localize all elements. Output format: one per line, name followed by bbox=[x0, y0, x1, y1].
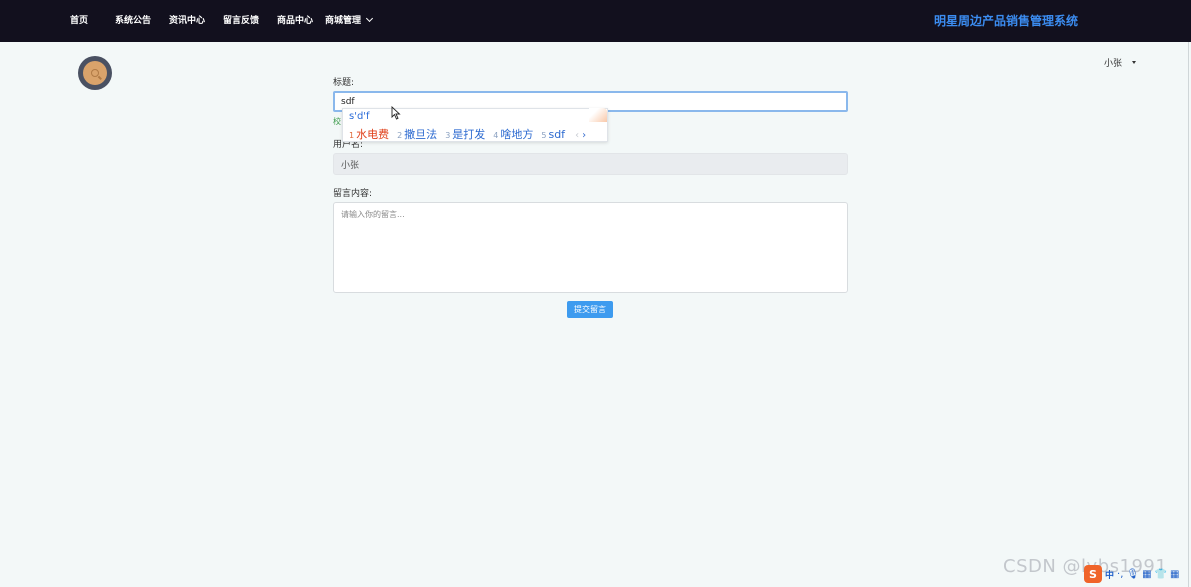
ime-candidate-3[interactable]: 3 是打发 bbox=[445, 126, 485, 142]
nav-item-news[interactable]: 资讯中心 bbox=[169, 13, 205, 26]
title-label: 标题: bbox=[333, 78, 355, 88]
search-icon bbox=[91, 69, 99, 77]
title-hint: 校 bbox=[333, 117, 341, 126]
ime-candidate-text: sdf bbox=[548, 128, 566, 141]
user-name: 小张 bbox=[1104, 59, 1123, 69]
ime-tray: S 中 ·, 🎙 ▦ 👕 ▦ bbox=[1084, 564, 1179, 584]
ime-candidate-number: 2 bbox=[397, 131, 403, 140]
ime-candidate-5[interactable]: 5 sdf bbox=[541, 128, 565, 141]
ime-candidate-text: 撒旦法 bbox=[404, 128, 438, 141]
ime-candidate-popup: s'd'f 1 水电费 2 撒旦法 3 是打发 4 啥地方 5 sdf ‹ › bbox=[342, 108, 608, 142]
keyboard-icon[interactable]: ▦ bbox=[1142, 569, 1151, 580]
username-input bbox=[333, 153, 848, 175]
ime-candidate-text: 啥地方 bbox=[500, 128, 534, 141]
nav-item-feedback[interactable]: 留言反馈 bbox=[223, 13, 259, 26]
top-nav: 首页 系统公告 资讯中心 留言反馈 商品中心 商城管理 明星周边产品销售管理系统 bbox=[0, 0, 1191, 42]
mouse-cursor-icon bbox=[391, 106, 401, 120]
nav-item-home[interactable]: 首页 bbox=[70, 13, 88, 26]
ime-page-arrows: ‹ › bbox=[575, 130, 586, 141]
ime-candidate-4[interactable]: 4 啥地方 bbox=[493, 126, 533, 142]
message-textarea[interactable] bbox=[333, 202, 848, 293]
microphone-icon[interactable]: 🎙 bbox=[1126, 569, 1139, 580]
ime-candidate-number: 1 bbox=[349, 131, 355, 140]
nav-dropdown-label: 商城管理 bbox=[325, 16, 362, 26]
ime-candidate-1[interactable]: 1 水电费 bbox=[349, 126, 389, 142]
ime-composing-text: s'd'f bbox=[349, 111, 370, 122]
chevron-right-icon[interactable]: › bbox=[582, 130, 586, 141]
submit-message-button[interactable]: 提交留言 bbox=[567, 301, 613, 318]
message-label: 留言内容: bbox=[333, 189, 373, 199]
ime-candidates: 1 水电费 2 撒旦法 3 是打发 4 啥地方 5 sdf ‹ › bbox=[349, 126, 586, 142]
scrollbar-edge bbox=[1188, 42, 1189, 587]
ime-logo-icon bbox=[589, 108, 607, 122]
user-menu[interactable]: 小张 bbox=[1104, 56, 1137, 69]
ime-candidate-text: 是打发 bbox=[452, 128, 486, 141]
ime-candidate-number: 4 bbox=[493, 131, 499, 140]
ime-mode-indicator[interactable]: 中 bbox=[1105, 568, 1114, 581]
ime-candidate-text: 水电费 bbox=[356, 128, 390, 141]
caret-down-icon bbox=[1132, 61, 1137, 64]
toolbox-icon[interactable]: ▦ bbox=[1170, 569, 1179, 580]
ime-candidate-2[interactable]: 2 撒旦法 bbox=[397, 126, 437, 142]
ime-tray-logo-icon[interactable]: S bbox=[1084, 565, 1102, 583]
nav-item-announcements[interactable]: 系统公告 bbox=[115, 13, 151, 26]
skin-icon[interactable]: 👕 bbox=[1155, 569, 1167, 580]
ime-candidate-number: 3 bbox=[445, 131, 451, 140]
avatar bbox=[83, 61, 107, 85]
nav-dropdown-mall-management[interactable]: 商城管理 bbox=[325, 13, 374, 26]
chevron-left-icon[interactable]: ‹ bbox=[575, 130, 579, 141]
ime-candidate-number: 5 bbox=[541, 131, 547, 140]
nav-item-products[interactable]: 商品中心 bbox=[277, 13, 313, 26]
avatar-search-button[interactable] bbox=[78, 56, 112, 90]
punctuation-icon[interactable]: ·, bbox=[1117, 569, 1123, 580]
site-title: 明星周边产品销售管理系统 bbox=[934, 14, 1079, 28]
chevron-down-icon bbox=[365, 14, 374, 22]
